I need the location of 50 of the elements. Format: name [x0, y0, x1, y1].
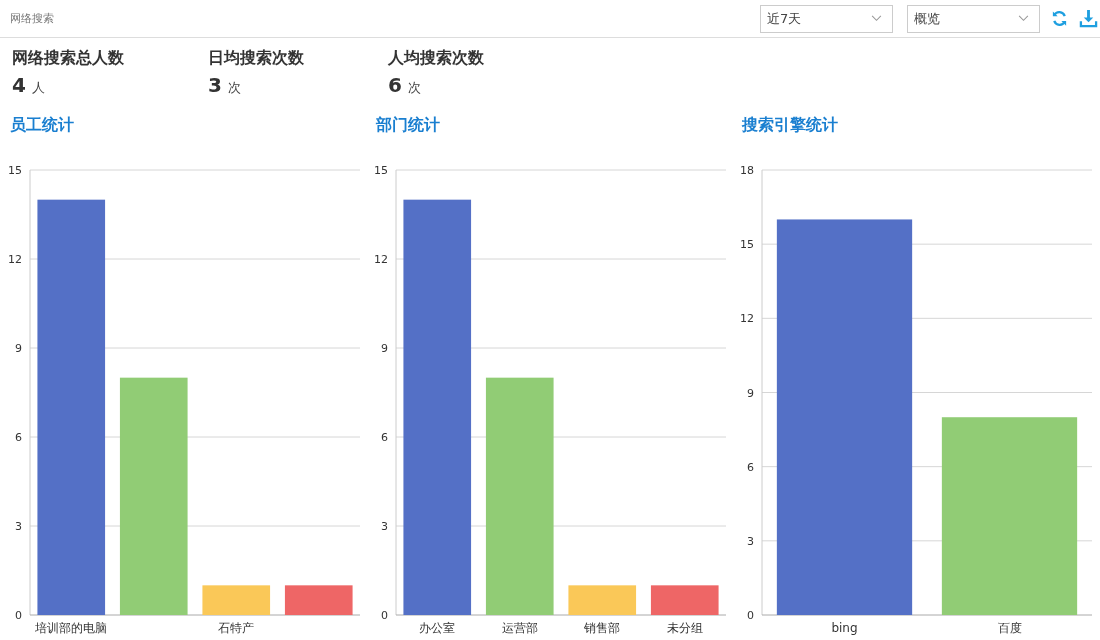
axis-tick-label: 9 — [15, 342, 22, 355]
chart-title: 部门统计 — [375, 114, 440, 136]
chart-title: 搜索引擎统计 — [740, 114, 838, 136]
axis-category-label: 销售部 — [584, 621, 621, 635]
axis-category-label: 办公室 — [419, 621, 456, 635]
stat-label: 日均搜索次数 — [208, 48, 305, 69]
axis-tick-label: 6 — [747, 460, 754, 474]
stat-value: 3 — [208, 73, 222, 97]
axis-tick-label: 6 — [381, 431, 388, 444]
bar — [202, 585, 271, 615]
axis-tick-label: 15 — [8, 164, 22, 177]
bar — [568, 585, 637, 615]
axis-tick-label: 3 — [747, 534, 754, 548]
axis-category-label: 培训部的电脑 — [35, 621, 108, 635]
axis-tick-label: 12 — [740, 312, 754, 326]
axis-tick-label: 0 — [747, 609, 754, 622]
axis-tick-label: 18 — [740, 164, 754, 177]
axis-category-label: 运营部 — [501, 621, 538, 635]
page-title: 网络搜索 — [10, 11, 54, 26]
axis-category-label: 石特产 — [218, 621, 255, 635]
axis-tick-label: 3 — [381, 520, 388, 533]
stat-unit: 人 — [31, 79, 45, 97]
axis-tick-label: 0 — [15, 609, 22, 622]
axis-tick-label: 9 — [747, 386, 754, 400]
axis-category-label: 百度 — [997, 621, 1022, 635]
stat-unit: 次 — [227, 79, 241, 97]
download-icon[interactable] — [1079, 9, 1098, 28]
axis-tick-label: 15 — [374, 164, 388, 177]
axis-tick-label: 12 — [8, 253, 22, 266]
stat-label: 人均搜索次数 — [388, 48, 484, 69]
chart-title: 员工统计 — [9, 114, 74, 136]
axis-tick-label: 15 — [740, 238, 754, 252]
axis-category-label: bing — [831, 621, 858, 635]
axis-tick-label: 12 — [374, 253, 388, 266]
stat-value: 6 — [388, 73, 402, 97]
axis-tick-label: 0 — [381, 609, 388, 622]
stat-value: 4 — [12, 73, 26, 97]
stat-unit: 次 — [407, 79, 421, 97]
axis-tick-label: 3 — [15, 520, 22, 533]
refresh-icon[interactable] — [1050, 9, 1069, 28]
date-range-select[interactable]: 近7天 — [760, 4, 893, 33]
axis-category-label: 未分组 — [666, 621, 703, 635]
bar — [284, 585, 353, 615]
chevron-down-icon — [871, 15, 882, 22]
view-select[interactable]: 概览 — [907, 4, 1040, 33]
stat-label: 网络搜索总人数 — [12, 48, 125, 69]
axis-tick-label: 9 — [381, 342, 388, 355]
bar — [650, 585, 719, 615]
axis-tick-label: 6 — [15, 431, 22, 444]
chevron-down-icon — [1018, 15, 1029, 22]
